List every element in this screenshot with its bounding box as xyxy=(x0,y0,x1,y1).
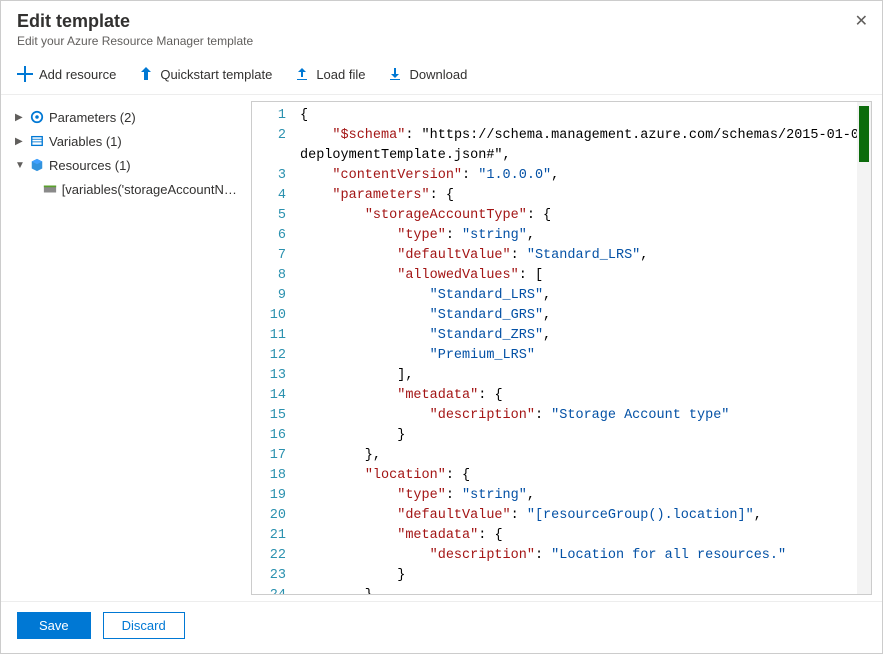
download-button[interactable]: Download xyxy=(387,66,467,82)
code-editor[interactable]: 1234567891011121314151617181920212223242… xyxy=(251,101,872,595)
toolbar-label: Load file xyxy=(316,67,365,82)
tree-sidebar: ▶ Parameters (2) ▶ Variables (1) ▼ Resou… xyxy=(1,95,251,601)
quickstart-template-button[interactable]: Quickstart template xyxy=(138,66,272,82)
chevron-down-icon: ▼ xyxy=(15,160,25,171)
dialog-header: Edit template Edit your Azure Resource M… xyxy=(1,1,882,56)
dialog-title: Edit template xyxy=(17,11,866,32)
dialog-subtitle: Edit your Azure Resource Manager templat… xyxy=(17,34,866,48)
variables-icon xyxy=(29,133,45,149)
chevron-right-icon: ▶ xyxy=(15,136,25,147)
main-area: ▶ Parameters (2) ▶ Variables (1) ▼ Resou… xyxy=(1,95,882,601)
dialog-footer: Save Discard xyxy=(1,601,882,653)
scrollbar-thumb[interactable] xyxy=(859,106,869,162)
toolbar-label: Download xyxy=(409,67,467,82)
arrow-up-icon xyxy=(138,66,154,82)
close-button[interactable]: ✕ xyxy=(855,11,868,31)
line-gutter: 1234567891011121314151617181920212223242… xyxy=(252,102,294,594)
tree-item-resources[interactable]: ▼ Resources (1) xyxy=(7,153,245,177)
close-icon: ✕ xyxy=(855,13,868,30)
resources-icon xyxy=(29,157,45,173)
tree-item-parameters[interactable]: ▶ Parameters (2) xyxy=(7,105,245,129)
upload-icon xyxy=(294,66,310,82)
chevron-right-icon: ▶ xyxy=(15,112,25,123)
tree-item-label: Variables (1) xyxy=(49,134,122,149)
parameters-icon xyxy=(29,109,45,125)
discard-button[interactable]: Discard xyxy=(103,612,185,639)
tree-item-label: Resources (1) xyxy=(49,158,131,173)
toolbar: Add resource Quickstart template Load fi… xyxy=(1,56,882,95)
scrollbar-track[interactable] xyxy=(857,102,871,594)
plus-icon xyxy=(17,66,33,82)
storage-icon xyxy=(43,181,58,197)
add-resource-button[interactable]: Add resource xyxy=(17,66,116,82)
tree-item-label: Parameters (2) xyxy=(49,110,136,125)
download-icon xyxy=(387,66,403,82)
tree-item-resource-child[interactable]: [variables('storageAccountNam... xyxy=(7,177,245,201)
code-content[interactable]: { "$schema": "https://schema.management.… xyxy=(294,102,871,594)
toolbar-label: Add resource xyxy=(39,67,116,82)
save-button[interactable]: Save xyxy=(17,612,91,639)
tree-item-variables[interactable]: ▶ Variables (1) xyxy=(7,129,245,153)
load-file-button[interactable]: Load file xyxy=(294,66,365,82)
tree-item-label: [variables('storageAccountNam... xyxy=(62,182,237,197)
toolbar-label: Quickstart template xyxy=(160,67,272,82)
